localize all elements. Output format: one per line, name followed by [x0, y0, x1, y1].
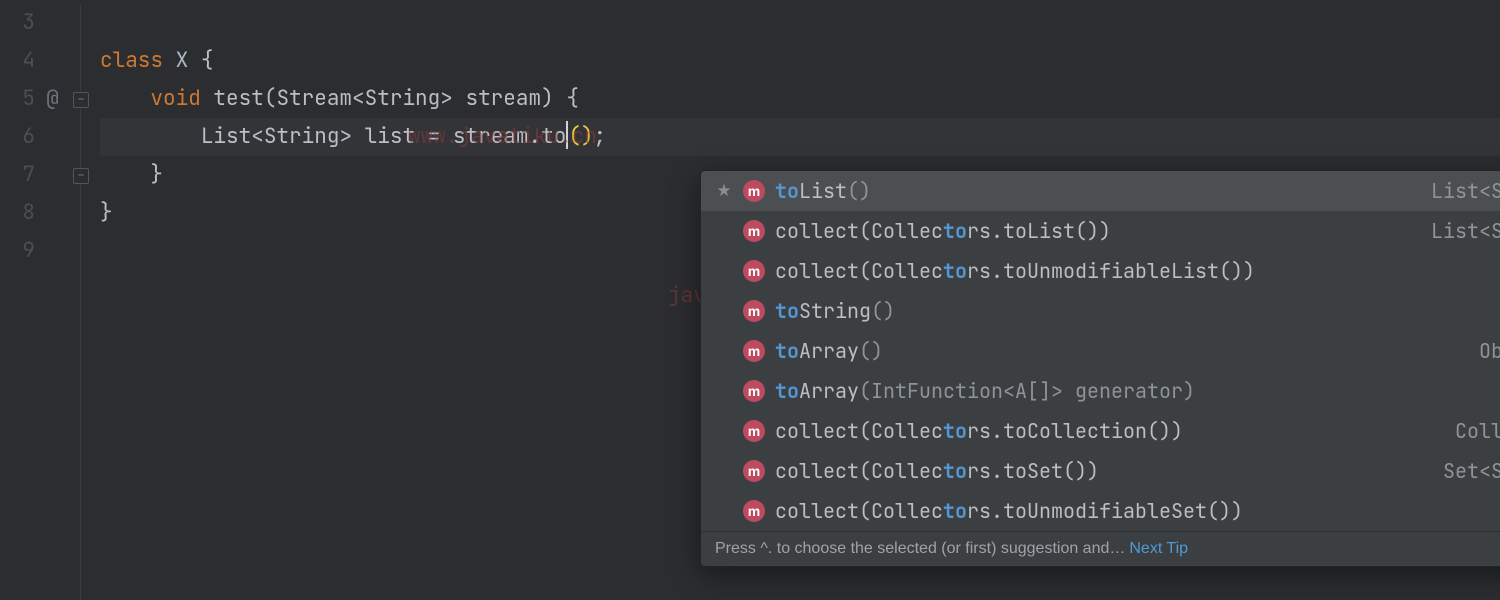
completion-return-type: Collectio… — [1455, 418, 1500, 444]
completion-return-type: Set<String> — [1443, 458, 1500, 484]
line-number: 7 — [0, 156, 35, 194]
star-icon: ★ — [715, 180, 733, 202]
line-number: 8 — [0, 194, 35, 232]
method-icon: m — [743, 300, 765, 322]
method-icon: m — [743, 500, 765, 522]
completion-item[interactable]: m collect(Collectors.toUnmodifiableSet())… — [701, 491, 1500, 531]
line-number: 9 — [0, 232, 35, 270]
gutter: 3 4 5 6 7 8 9 @ – – — [0, 0, 100, 600]
completion-signature: collect(Collectors.toCollection()) — [775, 418, 1435, 444]
line-numbers: 3 4 5 6 7 8 9 — [0, 4, 35, 600]
completion-signature: collect(Collectors.toUnmodifiableSet()) — [775, 498, 1495, 524]
code-line[interactable]: class X { — [100, 42, 1500, 80]
completion-item[interactable]: m collect(Collectors.toUnmodifiableList()… — [701, 251, 1500, 291]
completion-return-type: Object[] — [1479, 338, 1500, 364]
completion-return-type: List<String> — [1431, 218, 1500, 244]
method-icon: m — [743, 380, 765, 402]
code-editor[interactable]: 3 4 5 6 7 8 9 @ – – class X { void test(… — [0, 0, 1500, 600]
method-icon: m — [743, 460, 765, 482]
completion-item[interactable]: mtoString()String — [701, 291, 1500, 331]
completion-signature: collect(Collectors.toUnmodifiableList()) — [775, 258, 1500, 284]
completion-popup[interactable]: ★ m toList() List<String> m collect(Collector… — [700, 170, 1500, 567]
override-annotation-icon[interactable]: @ — [35, 80, 70, 118]
completion-signature: toArray() — [775, 338, 1459, 364]
completion-footer: Press ^. to choose the selected (or firs… — [701, 531, 1500, 566]
footer-hint: Press ^. to choose the selected (or firs… — [715, 540, 1125, 558]
method-icon: m — [743, 220, 765, 242]
completion-signature: toString() — [775, 298, 1483, 324]
method-icon: m — [743, 340, 765, 362]
completion-signature: collect(Collectors.toList()) — [775, 218, 1411, 244]
next-tip-link[interactable]: Next Tip — [1129, 540, 1188, 558]
completion-signature: toList() — [775, 178, 1411, 204]
method-icon: m — [743, 180, 765, 202]
completion-item[interactable]: m collect(Collectors.toSet()) Set<String> — [701, 451, 1500, 491]
completion-item[interactable]: m collect(Collectors.toCollection()) Colle… — [701, 411, 1500, 451]
fold-toggle-icon[interactable]: – — [73, 168, 89, 184]
line-number: 5 — [0, 80, 35, 118]
completion-return-type: List<String> — [1431, 178, 1500, 204]
completion-item[interactable]: mtoArray(IntFunction<A[]> generator)A[] — [701, 371, 1500, 411]
code-line[interactable]: void test(Stream<String> stream) { — [100, 80, 1500, 118]
line-number: 4 — [0, 42, 35, 80]
method-icon: m — [743, 420, 765, 442]
completion-signature: toArray(IntFunction<A[]> generator) — [775, 378, 1500, 404]
code-area[interactable]: class X { void test(Stream<String> strea… — [100, 0, 1500, 600]
fold-toggle-icon[interactable]: – — [73, 92, 89, 108]
line-number: 3 — [0, 4, 35, 42]
fold-column: – – — [70, 4, 100, 600]
completion-item[interactable]: m collect(Collectors.toList()) List<String… — [701, 211, 1500, 251]
line-number: 6 — [0, 118, 35, 156]
code-line-active[interactable]: List<String> list = stream.to(); — [100, 118, 1500, 156]
completion-item[interactable]: m toArray() Object[] — [701, 331, 1500, 371]
completion-item[interactable]: ★ m toList() List<String> — [701, 171, 1500, 211]
annotation-column: @ — [35, 4, 70, 600]
completion-signature: collect(Collectors.toSet()) — [775, 458, 1423, 484]
method-icon: m — [743, 260, 765, 282]
